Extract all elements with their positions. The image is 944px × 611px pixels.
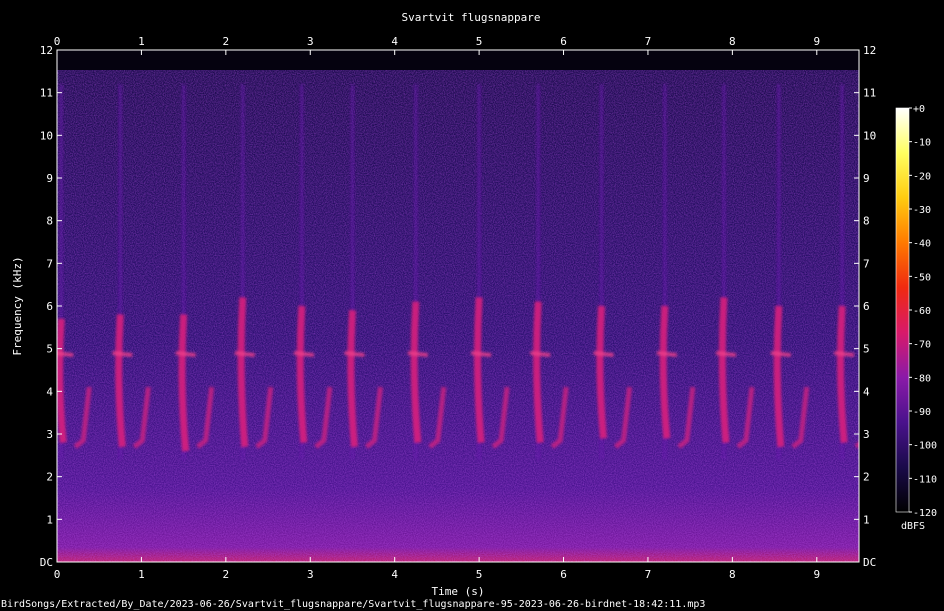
x-tick-label-top: 9 [813, 35, 820, 48]
colorbar-tick-label: -60 [913, 306, 931, 317]
y-tick-label-left: 5 [46, 343, 53, 356]
x-tick-label-bottom: 3 [307, 568, 314, 581]
syllable-harmonic-band [407, 350, 429, 358]
x-tick-label-top: 1 [138, 35, 145, 48]
y-tick-label-left: 9 [46, 172, 53, 185]
x-tick-label-top: 4 [391, 35, 398, 48]
x-tick-label-bottom: 2 [223, 568, 230, 581]
x-tick-label-top: 7 [645, 35, 652, 48]
syllable-harmonic-band [770, 350, 792, 358]
x-tick-label-top: 8 [729, 35, 736, 48]
y-tick-label-left: 2 [46, 471, 53, 484]
y-tick-label-left: 3 [46, 428, 53, 441]
syllable-main-note [596, 305, 608, 439]
x-tick-label-bottom: 6 [560, 568, 567, 581]
x-tick-label-top: 3 [307, 35, 314, 48]
y-tick-label-right: 6 [863, 300, 870, 313]
y-tick-label-left: 8 [46, 215, 53, 228]
colorbar-tick-label: -50 [913, 272, 931, 283]
x-tick-label-bottom: 9 [813, 568, 820, 581]
y-tick-label-right: 8 [863, 215, 870, 228]
colorbar: +0 -10 -20 -30 -40 -50 -60 -70 -80 -90 -100 -110 -12… [895, 104, 937, 532]
y-tick-label-left: 10 [40, 129, 53, 142]
syllable-main-note [410, 301, 422, 443]
colorbar-tick-label: -120 [913, 508, 937, 519]
syllable-harmonic-band [656, 350, 678, 358]
y-tick-label-right: 7 [863, 257, 870, 270]
spectrogram-noise [57, 70, 859, 562]
syllable-main-note [115, 314, 126, 448]
y-tick-label-left: 1 [46, 513, 53, 526]
syllable-main-note [533, 301, 544, 443]
syllable-main-note [347, 310, 358, 448]
syllable-main-note [57, 318, 67, 443]
colorbar-ticks: +0 -10 -20 -30 -40 -50 -60 -70 -80 -90 -100 -110 -12… [909, 104, 937, 519]
y-tick-label-left: 11 [40, 87, 53, 100]
y-tick-label-right: 1 [863, 513, 870, 526]
y-axis-label: Frequency (kHz) [11, 256, 24, 355]
syllable-main-note [837, 305, 848, 443]
y-tick-label-right: 12 [863, 44, 876, 57]
colorbar-tick-label: -30 [913, 205, 931, 216]
syllable-harmonic-band [234, 350, 255, 358]
y-tick-label-right: 3 [863, 428, 870, 441]
colorbar-label: dBFS [901, 521, 925, 532]
source-filename: BirdSongs/Extracted/By_Date/2023-06-26/S… [1, 599, 705, 610]
colorbar-tick-label: -110 [913, 474, 937, 485]
x-tick-label-bottom: 8 [729, 568, 736, 581]
syllable-harmonic-band [833, 350, 855, 358]
x-tick-label-bottom: 1 [138, 568, 145, 581]
colorbar-tick-label: -40 [913, 239, 931, 250]
colorbar-tick-label: -20 [913, 171, 931, 182]
syllable-harmonic-band [470, 350, 492, 358]
syllable-main-note [296, 305, 308, 443]
y-tick-label-right: 4 [863, 385, 870, 398]
spectrogram-figure: Svartvit flugsnappare 0123456789 0123456… [1, 11, 937, 610]
syllable-harmonic-band [715, 350, 737, 358]
syllable-main-note [237, 297, 249, 448]
syllable-harmonic-band [344, 350, 365, 358]
x-tick-label-bottom: 7 [645, 568, 652, 581]
syllable-main-note [178, 314, 190, 452]
y-tick-label-right: 10 [863, 129, 876, 142]
syllable-harmonic-band [293, 350, 315, 358]
x-axis-label: Time (s) [432, 585, 485, 598]
colorbar-tick-label: -90 [913, 407, 931, 418]
syllable-main-note [659, 305, 671, 439]
x-tick-label-bottom: 0 [54, 568, 61, 581]
x-tick-label-bottom: 4 [391, 568, 398, 581]
y-tick-label-right: DC [863, 556, 876, 569]
colorbar-tick-label: +0 [913, 104, 925, 115]
syllable-harmonic-band [112, 350, 133, 358]
syllable-main-note [773, 305, 785, 448]
x-tick-label-top: 5 [476, 35, 483, 48]
x-tick-label-top: 2 [223, 35, 230, 48]
colorbar-bar [895, 107, 910, 513]
colorbar-tick-label: -10 [913, 138, 931, 149]
syllable-harmonic-band [529, 350, 551, 358]
y-tick-label-left: 6 [46, 300, 53, 313]
plot-area [57, 50, 859, 562]
x-tick-label-top: 0 [54, 35, 61, 48]
chart-title: Svartvit flugsnappare [401, 11, 540, 24]
y-tick-label-left: 4 [46, 385, 53, 398]
syllable-main-note [718, 297, 730, 443]
y-tick-label-right: 2 [863, 471, 870, 484]
y-tick-label-left: 7 [46, 257, 53, 270]
syllable-harmonic-band [57, 351, 74, 358]
y-tick-label-left: DC [40, 556, 53, 569]
x-tick-label-top: 6 [560, 35, 567, 48]
y-tick-label-right: 9 [863, 172, 870, 185]
x-tick-label-bottom: 5 [476, 568, 483, 581]
syllable-harmonic-band [593, 350, 614, 358]
syllable-harmonic-band [175, 350, 196, 358]
y-tick-label-right: 11 [863, 87, 876, 100]
colorbar-tick-label: -70 [913, 340, 931, 351]
colorbar-tick-label: -100 [913, 441, 937, 452]
y-tick-label-right: 5 [863, 343, 870, 356]
y-tick-label-left: 12 [40, 44, 53, 57]
syllable-main-note [474, 297, 485, 443]
colorbar-tick-label: -80 [913, 373, 931, 384]
